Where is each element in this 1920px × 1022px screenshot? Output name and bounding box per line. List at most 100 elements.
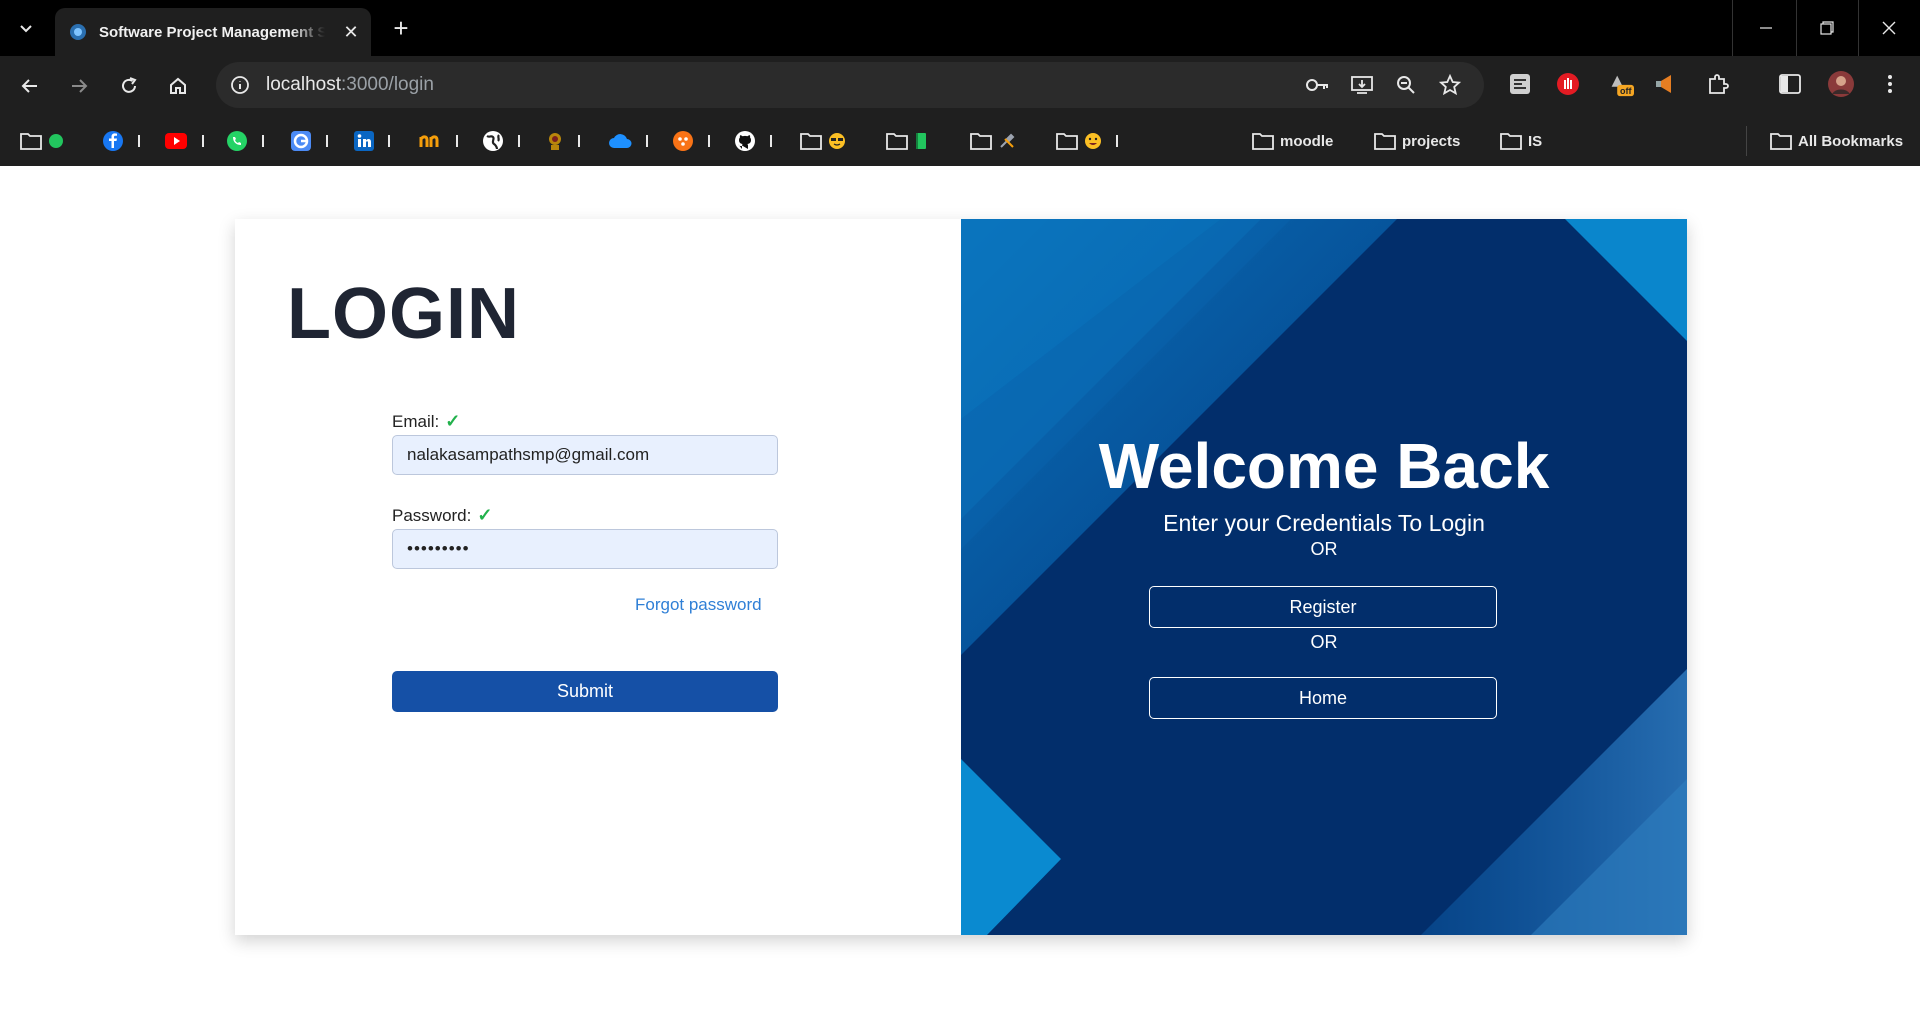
folder-icon bbox=[970, 133, 992, 150]
minimize-icon[interactable] bbox=[1736, 0, 1796, 56]
facebook-icon bbox=[103, 131, 123, 151]
new-tab-icon[interactable]: + bbox=[384, 12, 418, 44]
site-favicon-icon bbox=[70, 24, 86, 40]
welcome-panel: Welcome Back Enter your Credentials To L… bbox=[961, 219, 1687, 935]
address-bar[interactable]: localhost:3000/login bbox=[216, 62, 1484, 108]
menu-kebab-icon[interactable] bbox=[1876, 70, 1904, 98]
bookmark-emblem[interactable] bbox=[546, 128, 580, 154]
github-icon bbox=[735, 131, 755, 151]
megaphone-icon[interactable] bbox=[1652, 70, 1680, 98]
extension-badge: off bbox=[1620, 86, 1632, 96]
register-button[interactable]: Register bbox=[1149, 586, 1497, 628]
bookmark-folder-projects[interactable]: projects bbox=[1374, 128, 1460, 154]
password-label: Password: ✓ bbox=[392, 505, 492, 526]
bookmark-label: projects bbox=[1402, 132, 1461, 150]
folder-icon bbox=[1252, 133, 1274, 150]
bookmark-youtube[interactable] bbox=[164, 128, 204, 154]
key-icon[interactable] bbox=[1306, 73, 1330, 97]
folder-icon bbox=[1056, 133, 1078, 150]
extension-off-icon[interactable]: off bbox=[1606, 70, 1634, 98]
extension-grid-icon[interactable] bbox=[1506, 70, 1534, 98]
cloud-icon bbox=[609, 134, 632, 148]
adblock-icon[interactable] bbox=[1554, 70, 1582, 98]
submit-button[interactable]: Submit bbox=[392, 671, 778, 712]
all-bookmarks[interactable]: All Bookmarks bbox=[1770, 128, 1903, 154]
welcome-subtitle: Enter your Credentials To Login bbox=[1163, 510, 1485, 536]
orange-app-icon bbox=[673, 131, 693, 151]
bookmark-linkedin[interactable] bbox=[354, 128, 390, 154]
check-icon: ✓ bbox=[477, 505, 493, 525]
forgot-password-link[interactable]: Forgot password bbox=[635, 595, 762, 615]
smile-emoji-icon bbox=[1085, 133, 1101, 149]
bookmark-globe[interactable] bbox=[482, 128, 520, 154]
window-divider bbox=[1732, 0, 1733, 56]
emblem-icon bbox=[549, 133, 561, 150]
decorative-background bbox=[961, 219, 1687, 935]
tab-close-icon[interactable]: ✕ bbox=[339, 20, 363, 44]
tools-icon bbox=[1000, 133, 1015, 148]
bookmark-folder-tools[interactable] bbox=[970, 128, 1016, 154]
bookmark-separator bbox=[770, 135, 772, 147]
site-info-icon[interactable] bbox=[230, 75, 250, 95]
reload-icon[interactable] bbox=[113, 70, 145, 102]
bookmark-separator bbox=[578, 135, 580, 147]
green-dot-icon bbox=[49, 134, 63, 148]
forward-arrow-icon[interactable] bbox=[63, 70, 95, 102]
extensions-puzzle-icon[interactable] bbox=[1704, 70, 1732, 98]
side-panel-icon[interactable] bbox=[1776, 70, 1804, 98]
url-host: localhost bbox=[266, 74, 341, 95]
bookmark-whatsapp[interactable] bbox=[226, 128, 264, 154]
bookmark-separator bbox=[202, 135, 204, 147]
profile-avatar[interactable] bbox=[1827, 70, 1855, 98]
install-app-icon[interactable] bbox=[1350, 73, 1374, 97]
bookmark-onedrive[interactable] bbox=[608, 128, 648, 154]
home-button[interactable]: Home bbox=[1149, 677, 1497, 719]
g-icon bbox=[291, 131, 311, 151]
bookmark-separator bbox=[646, 135, 648, 147]
check-icon: ✓ bbox=[445, 411, 461, 431]
bookmark-separator bbox=[456, 135, 458, 147]
bookmark-star-icon[interactable] bbox=[1438, 73, 1462, 97]
tab-title: Software Project Management Sy bbox=[99, 24, 325, 41]
folder-icon bbox=[1770, 133, 1792, 150]
whatsapp-icon bbox=[227, 131, 247, 151]
bookmark-folder-sunglasses[interactable] bbox=[800, 128, 846, 154]
bookmark-folder-is[interactable]: IS bbox=[1500, 128, 1542, 154]
folder-icon bbox=[20, 133, 42, 150]
bookmark-separator bbox=[138, 135, 140, 147]
login-card: LOGIN Email: ✓ nalakasampathsmp@gmail.co… bbox=[235, 219, 1687, 935]
close-window-icon[interactable] bbox=[1859, 0, 1919, 56]
bookmark-folder-book[interactable] bbox=[886, 128, 928, 154]
bookmark-folder-moodle[interactable]: moodle bbox=[1252, 128, 1333, 154]
bookmarks-bar: moodle projects IS All Bookmarks bbox=[0, 116, 1920, 166]
welcome-heading: Welcome Back bbox=[1098, 430, 1550, 502]
tab-search-button[interactable] bbox=[10, 12, 42, 44]
bookmark-google-classroom[interactable] bbox=[290, 128, 328, 154]
chevron-down-icon bbox=[20, 25, 32, 33]
bookmark-orange-app[interactable] bbox=[672, 128, 710, 154]
bookmark-github[interactable] bbox=[734, 128, 772, 154]
url-text[interactable]: localhost:3000/login bbox=[266, 74, 434, 96]
bookmark-facebook[interactable] bbox=[102, 128, 140, 154]
email-field[interactable]: nalakasampathsmp@gmail.com bbox=[392, 435, 778, 475]
bookmark-folder-smile[interactable] bbox=[1056, 128, 1118, 154]
bookmark-folder-green[interactable] bbox=[20, 128, 64, 154]
bookmark-n-site[interactable] bbox=[418, 128, 458, 154]
folder-icon bbox=[886, 133, 908, 150]
home-icon[interactable] bbox=[162, 70, 194, 102]
active-tab[interactable]: Software Project Management Sy ✕ bbox=[55, 8, 371, 56]
restore-icon[interactable] bbox=[1797, 0, 1857, 56]
bookmark-label: moodle bbox=[1280, 132, 1334, 150]
back-arrow-icon[interactable] bbox=[14, 70, 46, 102]
browser-toolbar: localhost:3000/login off bbox=[0, 56, 1920, 116]
bookmark-label: All Bookmarks bbox=[1798, 132, 1904, 150]
bookmark-label: IS bbox=[1528, 132, 1543, 150]
tab-strip: Software Project Management Sy ✕ + bbox=[0, 0, 1920, 56]
folder-icon bbox=[800, 133, 822, 150]
email-label-text: Email: bbox=[392, 411, 440, 431]
bookmark-separator bbox=[708, 135, 710, 147]
or-text: OR bbox=[1310, 539, 1338, 559]
zoom-icon[interactable] bbox=[1394, 73, 1418, 97]
password-field[interactable]: ••••••••• bbox=[392, 529, 778, 569]
n-logo-icon bbox=[419, 135, 439, 147]
